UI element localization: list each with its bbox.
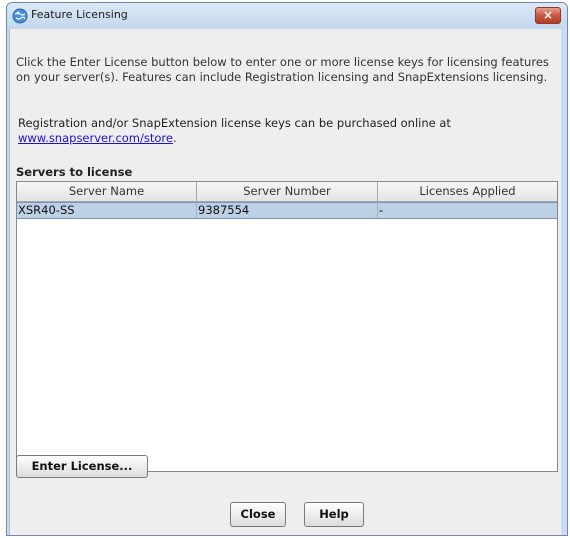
close-icon[interactable]: × <box>535 7 561 24</box>
purchase-text: Registration and/or SnapExtension licens… <box>18 116 451 130</box>
cell-server-number: 9387554 <box>197 203 378 218</box>
column-header-server-name[interactable]: Server Name <box>17 182 197 201</box>
globe-icon <box>12 8 28 24</box>
store-link[interactable]: www.snapserver.com/store <box>18 131 173 145</box>
close-button[interactable]: Close <box>230 502 286 527</box>
dialog-body: Click the Enter License button below to … <box>9 29 561 535</box>
feature-licensing-dialog: Feature Licensing × Click the Enter Lice… <box>6 2 568 536</box>
window-title: Feature Licensing <box>31 8 128 21</box>
purchase-info: Registration and/or SnapExtension licens… <box>18 116 538 146</box>
link-suffix: . <box>172 131 177 145</box>
help-button[interactable]: Help <box>304 502 364 527</box>
enter-license-button[interactable]: Enter License... <box>16 455 148 478</box>
table-header: Server Name Server Number Licenses Appli… <box>17 182 557 202</box>
cell-licenses-applied: - <box>379 203 384 217</box>
servers-section-label: Servers to license <box>16 165 133 179</box>
column-header-server-number[interactable]: Server Number <box>197 182 378 201</box>
cell-server-name: XSR40-SS <box>17 203 197 218</box>
title-bar[interactable]: Feature Licensing × <box>7 3 567 29</box>
intro-text: Click the Enter License button below to … <box>16 55 549 84</box>
table-row[interactable]: XSR40-SS 9387554 - <box>17 202 557 219</box>
column-header-licenses-applied[interactable]: Licenses Applied <box>378 182 557 201</box>
servers-table: Server Name Server Number Licenses Appli… <box>16 181 558 472</box>
